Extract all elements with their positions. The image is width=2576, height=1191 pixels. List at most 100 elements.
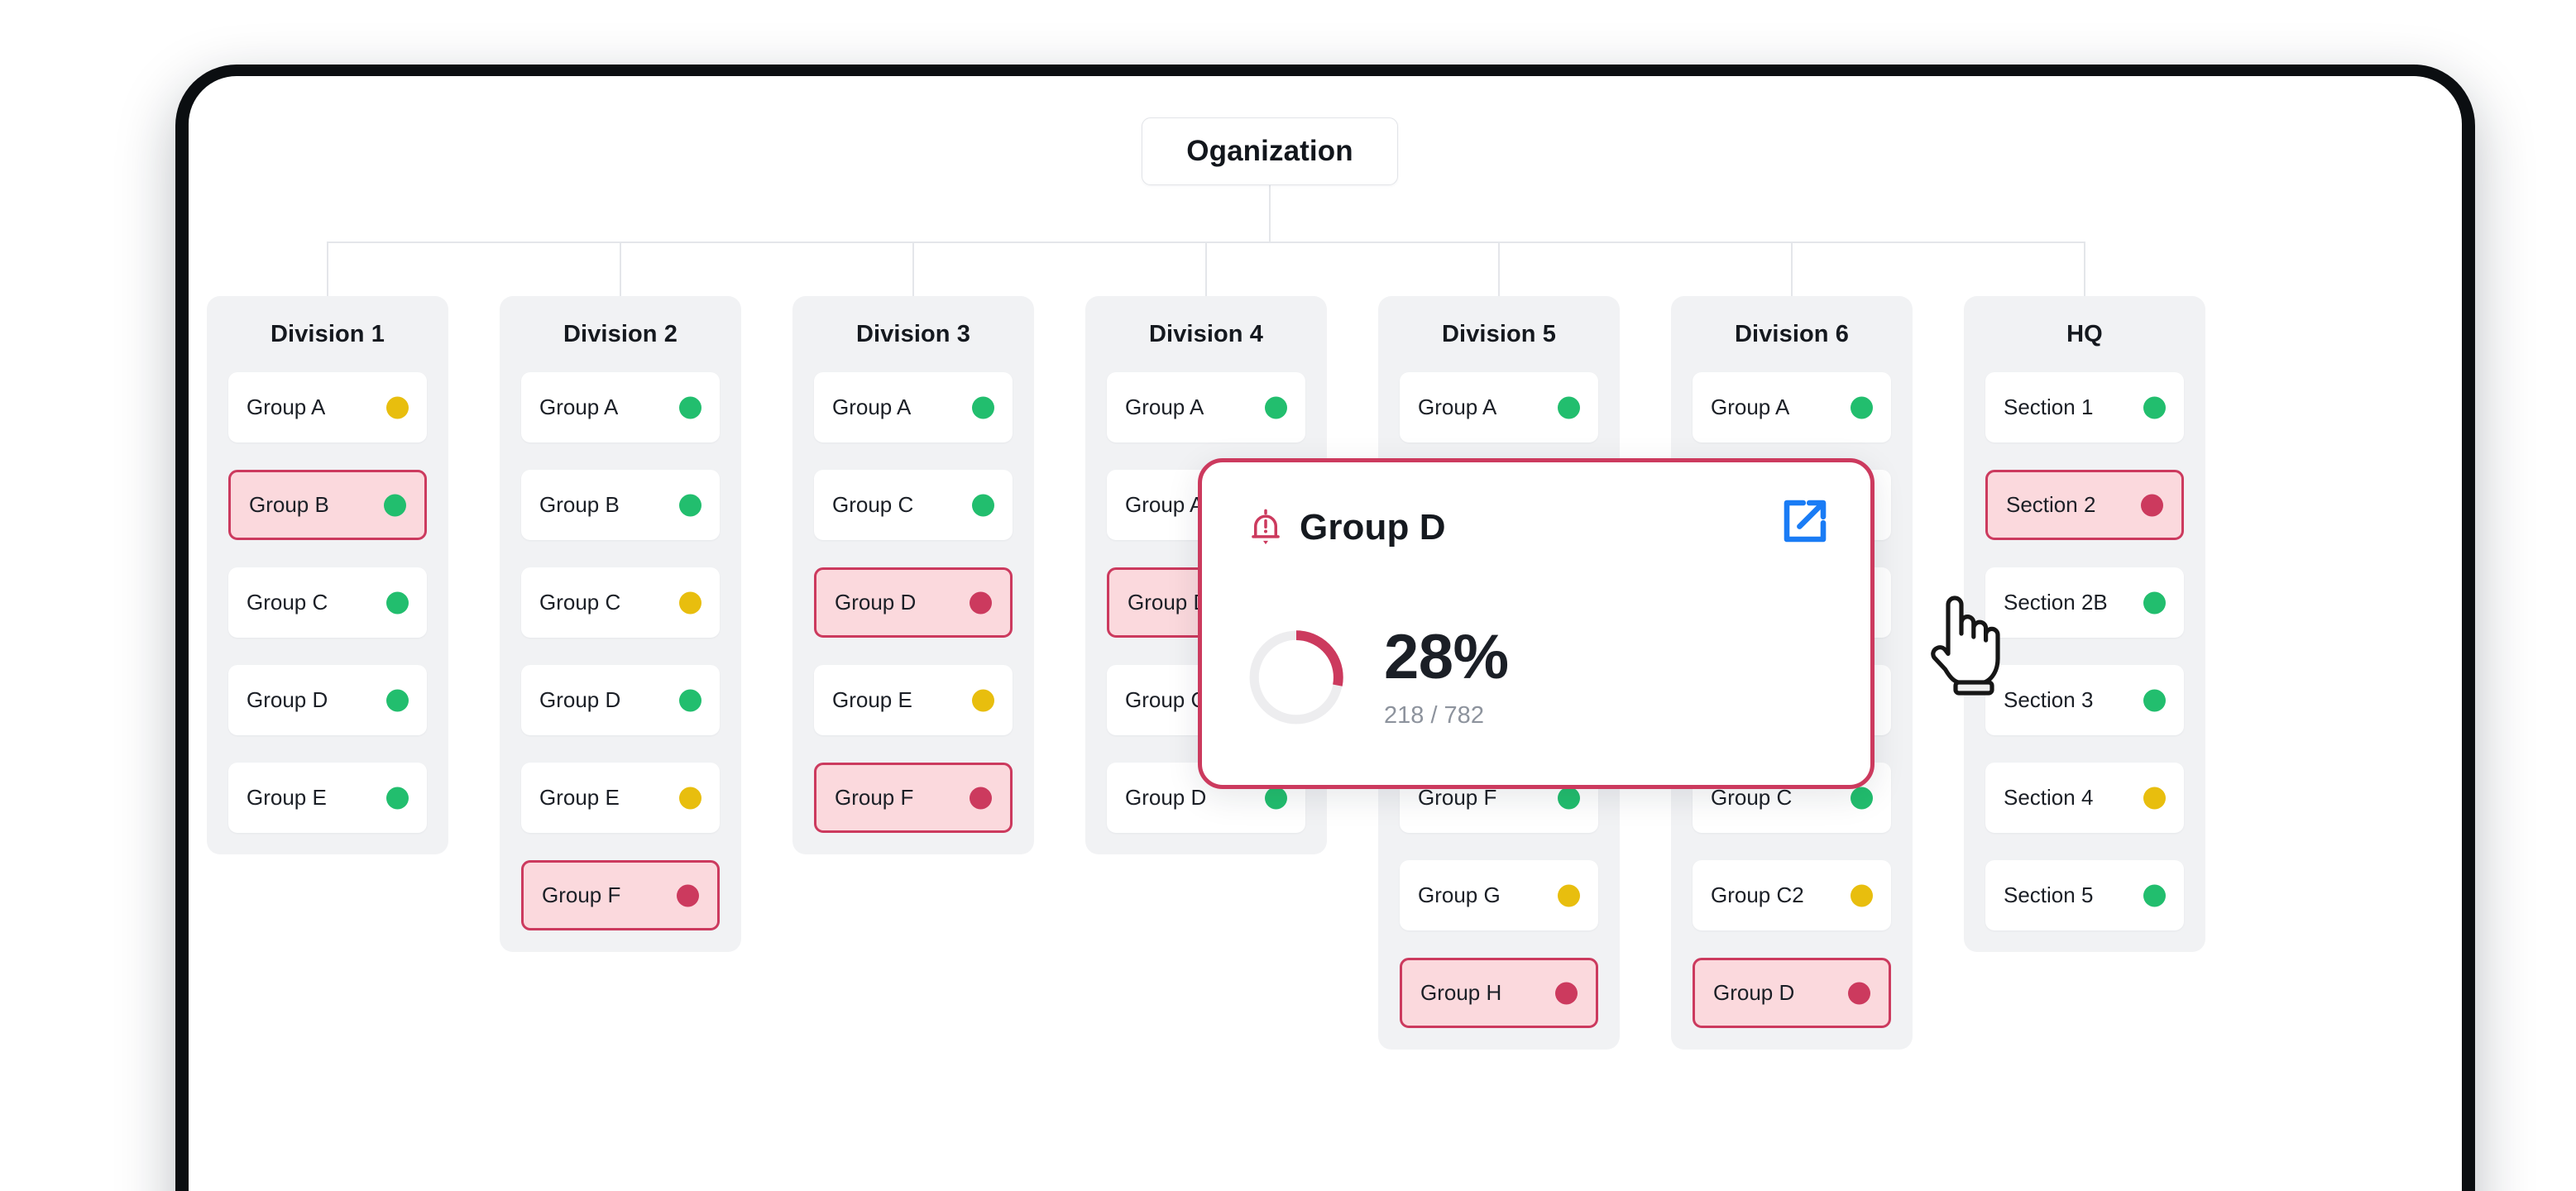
status-dot-green — [679, 689, 701, 711]
group-row-alert[interactable]: Group F — [521, 860, 720, 930]
group-row-label: Group A — [247, 395, 326, 419]
connector-drop-6 — [1791, 242, 1793, 296]
status-dot-green — [1265, 396, 1287, 419]
group-row-label: Section 2 — [2006, 492, 2096, 517]
metric-text: 28% 218 / 782 — [1384, 621, 1509, 729]
group-row-label: Group D — [1128, 590, 1209, 615]
group-row-label: Group B — [539, 492, 620, 517]
group-row[interactable]: Group C — [521, 567, 720, 638]
connector-drop-7 — [2084, 242, 2085, 296]
status-dot-green — [386, 689, 409, 711]
group-row-label: Group C — [539, 590, 621, 615]
group-row-label: Group A — [1418, 395, 1497, 419]
group-row-label: Group C2 — [1711, 882, 1804, 907]
status-dot-red — [970, 787, 992, 809]
status-dot-green — [972, 396, 994, 419]
status-dot-green — [2143, 884, 2166, 906]
group-row[interactable]: Group D — [228, 665, 427, 735]
group-row[interactable]: Group A — [228, 372, 427, 442]
metric-percent-value: 28% — [1384, 621, 1509, 692]
group-row[interactable]: Group A — [1107, 372, 1305, 442]
status-dot-yellow — [679, 591, 701, 614]
division-title: Division 1 — [271, 320, 385, 347]
group-row-alert[interactable]: Section 2 — [1985, 470, 2184, 540]
group-row[interactable]: Section 3 — [1985, 665, 2184, 735]
group-row-label: Section 3 — [2004, 687, 2094, 712]
connector-drop-2 — [620, 242, 621, 296]
division-title: Division 2 — [563, 320, 678, 347]
group-row-label: Group B — [249, 492, 329, 517]
group-row[interactable]: Group G — [1400, 860, 1598, 930]
group-row-label: Section 2B — [2004, 590, 2108, 615]
group-row-alert[interactable]: Group F — [814, 763, 1013, 833]
group-row-label: Group D — [835, 590, 917, 615]
group-row[interactable]: Group E — [228, 763, 427, 833]
org-root-node[interactable]: Oganization — [1142, 117, 1398, 185]
status-dot-yellow — [386, 396, 409, 419]
group-row-alert[interactable]: Group H — [1400, 958, 1598, 1028]
group-row-label: Group C — [1125, 687, 1207, 712]
division-title: Division 3 — [856, 320, 970, 347]
group-row[interactable]: Group A — [1693, 372, 1891, 442]
group-row[interactable]: Group E — [814, 665, 1013, 735]
org-root-label: Oganization — [1186, 135, 1353, 167]
group-row-label: Group F — [835, 785, 914, 810]
external-link-icon — [1784, 500, 1827, 543]
division-title: Division 5 — [1442, 320, 1556, 347]
group-row-label: Group A — [1711, 395, 1790, 419]
group-row[interactable]: Group C — [814, 470, 1013, 540]
group-row[interactable]: Group A — [1400, 372, 1598, 442]
group-row[interactable]: Group C2 — [1693, 860, 1891, 930]
group-row[interactable]: Group D — [521, 665, 720, 735]
group-row-label: Group D — [1125, 785, 1207, 810]
connector-drop-3 — [912, 242, 914, 296]
status-dot-yellow — [972, 689, 994, 711]
group-row-label: Group E — [832, 687, 912, 712]
group-detail-popup[interactable]: Group D 28% 218 / 782 — [1198, 458, 1875, 789]
status-dot-green — [1558, 787, 1580, 809]
status-dot-green — [1851, 396, 1873, 419]
group-row[interactable]: Section 5 — [1985, 860, 2184, 930]
division-column: Division 2 Group A Group B Group C Group D Gr… — [500, 296, 741, 952]
group-row[interactable]: Section 4 — [1985, 763, 2184, 833]
group-row-label: Group D — [539, 687, 621, 712]
status-dot-red — [2141, 494, 2163, 516]
status-dot-green — [2143, 591, 2166, 614]
status-dot-green — [2143, 689, 2166, 711]
metric-fraction-value: 218 / 782 — [1384, 701, 1484, 729]
status-dot-green — [386, 591, 409, 614]
status-dot-green — [1265, 787, 1287, 809]
status-dot-red — [677, 884, 699, 906]
group-row-alert[interactable]: Group D — [814, 567, 1013, 638]
group-row-label: Group F — [542, 882, 621, 907]
group-row[interactable]: Group A — [521, 372, 720, 442]
division-column: Division 3 Group A Group C Group D Group E Gr… — [792, 296, 1034, 854]
group-row-label: Group G — [1418, 882, 1501, 907]
group-row[interactable]: Group E — [521, 763, 720, 833]
group-row-label: Group C — [832, 492, 914, 517]
status-dot-red — [1848, 982, 1870, 1004]
group-row-label: Section 5 — [2004, 882, 2094, 907]
group-row[interactable]: Section 2B — [1985, 567, 2184, 638]
connector-drop-1 — [327, 242, 328, 296]
group-row[interactable]: Group C — [228, 567, 427, 638]
group-row[interactable]: Group B — [521, 470, 720, 540]
group-row-label: Group D — [1713, 980, 1795, 1005]
division-title: Division 4 — [1149, 320, 1263, 347]
popup-title: Group D — [1300, 507, 1446, 548]
status-dot-yellow — [1558, 884, 1580, 906]
group-row[interactable]: Group A — [814, 372, 1013, 442]
status-dot-yellow — [2143, 787, 2166, 809]
division-title: Division 6 — [1735, 320, 1849, 347]
group-row-label: Group H — [1420, 980, 1502, 1005]
group-row-alert[interactable]: Group D — [1693, 958, 1891, 1028]
external-link-button[interactable] — [1778, 494, 1832, 548]
status-dot-green — [386, 787, 409, 809]
division-column: HQ Section 1 Section 2 Section 2B Section 3 S… — [1964, 296, 2205, 952]
group-row[interactable]: Section 1 — [1985, 372, 2184, 442]
status-dot-green — [1558, 396, 1580, 419]
group-row-alert[interactable]: Group B — [228, 470, 427, 540]
status-dot-green — [1851, 787, 1873, 809]
connector-drop-4 — [1205, 242, 1207, 296]
status-dot-yellow — [679, 787, 701, 809]
